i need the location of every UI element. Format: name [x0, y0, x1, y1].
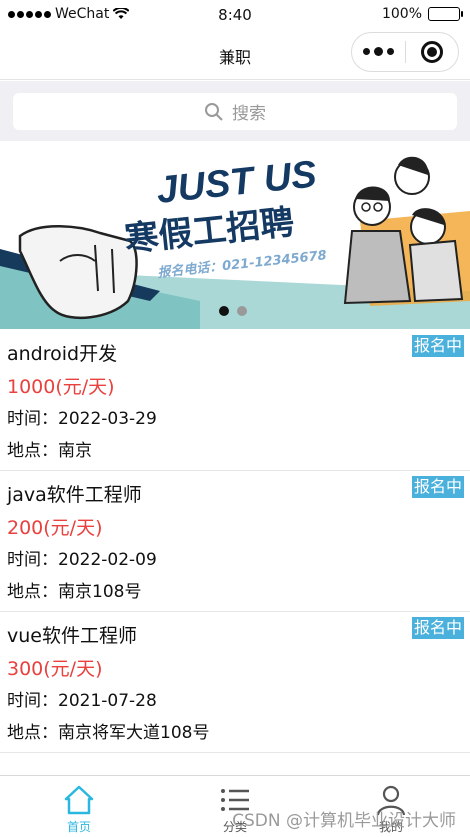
- status-badge: 报名中: [411, 476, 464, 498]
- job-date: 时间：2022-02-09: [7, 550, 157, 570]
- tab-label: 首页: [66, 820, 91, 834]
- search-placeholder: 搜索: [232, 104, 266, 124]
- target-close-icon: [420, 41, 443, 63]
- carousel-dot[interactable]: [237, 306, 247, 316]
- job-card[interactable]: vue软件工程师 300(元/天) 时间：2021-07-28 地点：南京将军大…: [0, 612, 470, 753]
- job-title: android开发: [7, 343, 118, 365]
- status-badge: 报名中: [411, 335, 464, 357]
- job-list: android开发 1000(元/天) 时间：2022-03-29 地点：南京 …: [0, 330, 470, 753]
- more-menu-button[interactable]: [352, 47, 405, 56]
- job-card[interactable]: android开发 1000(元/天) 时间：2022-03-29 地点：南京 …: [0, 330, 470, 471]
- mini-program-capsule: [351, 32, 459, 72]
- close-mini-program-button[interactable]: [406, 41, 458, 63]
- more-dots-icon: [363, 48, 370, 55]
- job-salary: 300(元/天): [7, 658, 103, 680]
- job-location: 地点：南京: [7, 441, 92, 461]
- watermark: CSDN @计算机毕业设计大师: [232, 811, 456, 831]
- status-bar: WeChat 8:40 100%: [0, 0, 470, 30]
- job-location: 地点：南京108号: [7, 582, 142, 602]
- search-input[interactable]: 搜索: [13, 93, 457, 130]
- banner-image: JUST US 寒假工招聘 报名电话：021-12345678: [0, 141, 470, 329]
- job-date: 时间：2021-07-28: [7, 691, 157, 711]
- job-salary: 200(元/天): [7, 517, 103, 539]
- carousel-indicators: [219, 306, 247, 316]
- search-area: 搜索: [0, 81, 470, 141]
- search-icon: [205, 102, 223, 121]
- job-date: 时间：2022-03-29: [7, 409, 157, 429]
- job-title: vue软件工程师: [7, 625, 137, 647]
- status-badge: 报名中: [411, 617, 464, 639]
- home-icon: [64, 785, 94, 815]
- navigation-bar: 兼职: [0, 30, 470, 80]
- battery-icon: [428, 7, 463, 21]
- carousel-dot[interactable]: [219, 306, 229, 316]
- battery-group: 100%: [381, 6, 463, 22]
- tab-home[interactable]: 首页: [1, 776, 157, 837]
- job-salary: 1000(元/天): [7, 376, 115, 398]
- job-title: java软件工程师: [7, 484, 142, 506]
- job-card[interactable]: java软件工程师 200(元/天) 时间：2022-02-09 地点：南京10…: [0, 471, 470, 612]
- banner-carousel[interactable]: JUST US 寒假工招聘 报名电话：021-12345678: [0, 141, 470, 329]
- job-location: 地点：南京将军大道108号: [7, 723, 210, 743]
- battery-percent: 100%: [381, 6, 422, 22]
